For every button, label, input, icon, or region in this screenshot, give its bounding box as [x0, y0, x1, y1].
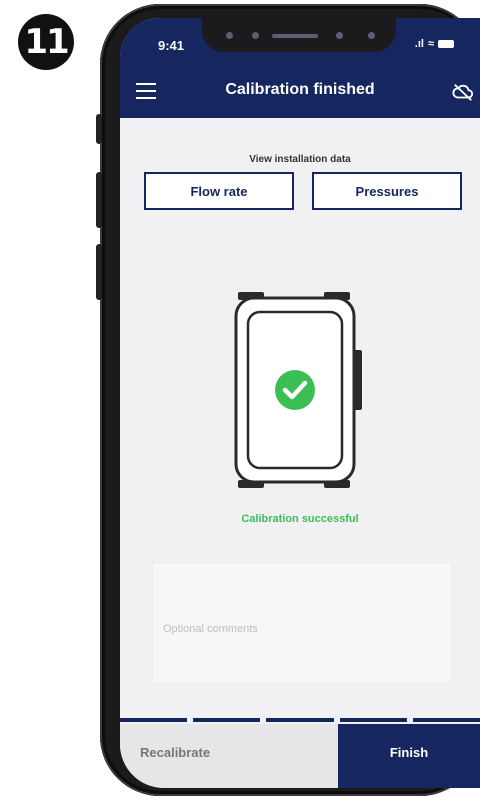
page-title: Calibration finished — [225, 81, 375, 98]
camera-notch — [202, 18, 396, 52]
phone-volume-down-button — [96, 244, 102, 300]
cloud-off-icon[interactable] — [452, 82, 474, 102]
phone-volume-up-button — [96, 172, 102, 228]
footer-actions: Recalibrate Finish — [120, 724, 480, 788]
step-progress-bar — [120, 718, 480, 722]
signal-icon: .ıl — [414, 38, 424, 50]
system-icons: .ıl ≈ — [415, 38, 454, 50]
calibrated-device-icon — [234, 292, 362, 488]
status-time: 9:41 — [158, 38, 185, 53]
recalibrate-button[interactable]: Recalibrate — [120, 724, 338, 788]
battery-icon — [438, 40, 454, 48]
app-screen: 9:41 .ıl ≈ Calibration finished View ins… — [120, 18, 480, 788]
check-circle-icon — [275, 370, 315, 410]
optional-comments-input[interactable]: Optional comments — [152, 562, 452, 684]
finish-button[interactable]: Finish — [338, 724, 480, 788]
step-number-badge: 11 — [18, 14, 74, 70]
pressures-button[interactable]: Pressures — [312, 172, 462, 210]
phone-side-button — [96, 114, 102, 144]
comments-placeholder: Optional comments — [163, 623, 258, 635]
status-bar: 9:41 .ıl ≈ — [120, 18, 480, 66]
installation-data-label: View installation data — [249, 154, 351, 165]
flow-rate-button[interactable]: Flow rate — [144, 172, 294, 210]
app-bar: Calibration finished — [120, 66, 480, 118]
wifi-icon: ≈ — [427, 38, 434, 50]
calibration-success-message: Calibration successful — [241, 513, 359, 525]
